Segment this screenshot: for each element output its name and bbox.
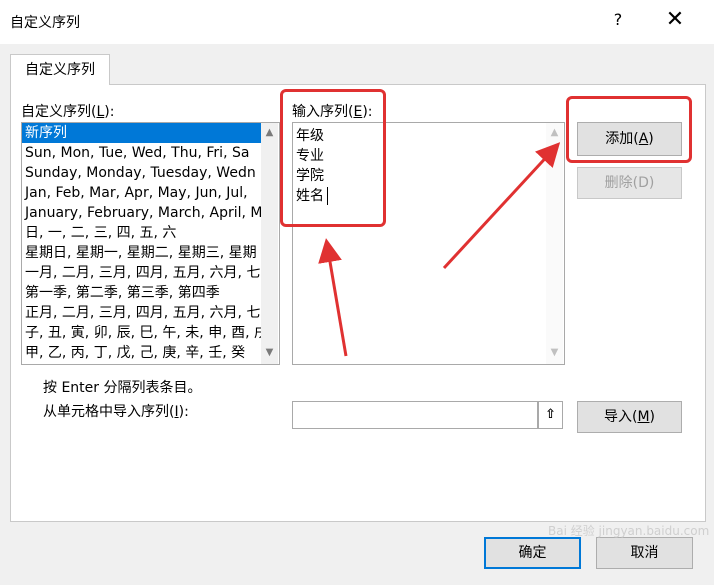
import-label: 从单元格中导入序列(I): [43, 404, 189, 420]
title-bar [0, 0, 714, 44]
annotation-box-entries [280, 89, 386, 227]
window-title: 自定义序列 [10, 15, 80, 31]
scroll-down-arrow-icon[interactable]: ▼ [546, 347, 563, 358]
custom-lists-items: 新序列 Sun, Mon, Tue, Wed, Thu, Fri, Sa Sunda… [22, 123, 262, 363]
annotation-box-add [566, 96, 692, 163]
import-range-input[interactable] [292, 401, 538, 429]
cancel-button[interactable]: 取消 [596, 537, 693, 569]
custom-list-item[interactable]: Jan, Feb, Mar, Apr, May, Jun, Jul, [22, 183, 262, 203]
custom-list-item[interactable]: 日, 一, 二, 三, 四, 五, 六 [22, 223, 262, 243]
tab-custom-lists[interactable]: 自定义序列 [10, 54, 110, 85]
custom-lists-listbox[interactable]: 新序列 Sun, Mon, Tue, Wed, Thu, Fri, Sa Sunda… [21, 122, 280, 365]
custom-list-item[interactable]: 子, 丑, 寅, 卯, 辰, 巳, 午, 未, 申, 酉, 戌 [22, 323, 262, 343]
import-button[interactable]: 导入(M) [577, 401, 682, 433]
baidu-jingyan-watermark: Bai 经验 jingyan.baidu.com [548, 524, 710, 538]
hint-text: 按 Enter 分隔列表条目。 [43, 380, 202, 396]
list-entries-scrollbar[interactable]: ▲ ▼ [546, 123, 563, 364]
custom-list-item[interactable]: 甲, 乙, 丙, 丁, 戊, 己, 庚, 辛, 壬, 癸 [22, 343, 262, 363]
scroll-down-arrow-icon[interactable]: ▼ [261, 347, 278, 358]
scroll-up-arrow-icon[interactable]: ▲ [261, 127, 278, 138]
custom-lists-scrollbar[interactable]: ▲ ▼ [261, 123, 278, 364]
custom-list-item[interactable]: 一月, 二月, 三月, 四月, 五月, 六月, 七 [22, 263, 262, 283]
scroll-up-arrow-icon[interactable]: ▲ [546, 127, 563, 138]
custom-list-item[interactable]: 第一季, 第二季, 第三季, 第四季 [22, 283, 262, 303]
delete-button[interactable]: 删除(D) [577, 167, 682, 199]
collapse-range-icon[interactable]: ⇧ [538, 401, 563, 429]
custom-list-item[interactable]: 新序列 [22, 123, 262, 143]
custom-list-item[interactable]: 正月, 二月, 三月, 四月, 五月, 六月, 七 [22, 303, 262, 323]
ok-button[interactable]: 确定 [484, 537, 581, 569]
custom-lists-label: 自定义序列(L): [21, 104, 115, 120]
custom-list-item[interactable]: Sunday, Monday, Tuesday, Wedn [22, 163, 262, 183]
close-button[interactable]: ✕ [664, 8, 686, 32]
custom-list-item[interactable]: 星期日, 星期一, 星期二, 星期三, 星期 [22, 243, 262, 263]
custom-list-item[interactable]: January, February, March, April, M [22, 203, 262, 223]
custom-list-item[interactable]: Sun, Mon, Tue, Wed, Thu, Fri, Sa [22, 143, 262, 163]
help-button[interactable]: ? [608, 10, 628, 34]
